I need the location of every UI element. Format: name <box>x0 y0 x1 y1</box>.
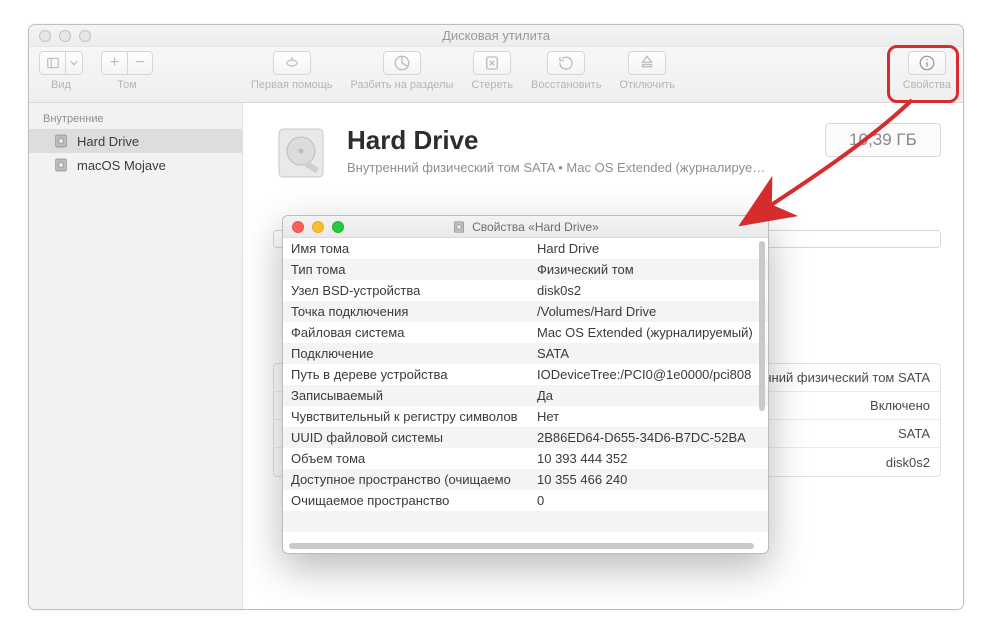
disk-icon <box>452 220 466 234</box>
horizontal-scrollbar[interactable] <box>289 543 754 549</box>
sidebar-header: Внутренние <box>29 109 242 129</box>
property-row[interactable]: Объем тома10 393 444 352 <box>283 448 768 469</box>
view-button[interactable] <box>39 51 83 75</box>
property-row[interactable]: Доступное пространство (очищаемо10 355 4… <box>283 469 768 490</box>
first-aid-label: Первая помощь <box>251 79 333 91</box>
toolbar: Вид +− Том Первая помощь Разбить на разд… <box>29 47 963 103</box>
volume-subtitle: Внутренний физический том SATA • Mac OS … <box>347 160 765 175</box>
property-row[interactable]: Чувствительный к регистру символовНет <box>283 406 768 427</box>
drive-image-icon <box>273 125 329 181</box>
property-value: 2B86ED64-D655-34D6-B7DC-52BA <box>533 430 768 445</box>
volume-size-box: 10,39 ГБ <box>825 123 941 157</box>
property-row[interactable]: UUID файловой системы2B86ED64-D655-34D6-… <box>283 427 768 448</box>
erase-label: Стереть <box>471 79 513 91</box>
property-value: 10 355 466 240 <box>533 472 768 487</box>
property-key: Тип тома <box>283 262 533 277</box>
unmount-button[interactable] <box>628 51 666 75</box>
unmount-label: Отключить <box>619 79 675 91</box>
property-value: Mac OS Extended (журналируемый) <box>533 325 768 340</box>
property-key: Очищаемое пространство <box>283 493 533 508</box>
sidebar: Внутренние Hard Drive macOS Mojave <box>29 103 243 609</box>
partition-button[interactable] <box>383 51 421 75</box>
restore-label: Восстановить <box>531 79 601 91</box>
property-key: Объем тома <box>283 451 533 466</box>
property-key: Путь в дереве устройства <box>283 367 533 382</box>
property-key: Точка подключения <box>283 304 533 319</box>
volume-title: Hard Drive <box>347 125 765 156</box>
property-value: Нет <box>533 409 768 424</box>
first-aid-button[interactable] <box>273 51 311 75</box>
volume-size: 10,39 ГБ <box>849 130 917 150</box>
property-value: IODeviceTree:/PCI0@1e0000/pci808 <box>533 367 768 382</box>
property-row[interactable]: Файловая системаMac OS Extended (журнали… <box>283 322 768 343</box>
property-key: Имя тома <box>283 241 533 256</box>
view-label: Вид <box>51 79 71 91</box>
sidebar-item-label: Hard Drive <box>77 134 139 149</box>
property-value: Hard Drive <box>533 241 768 256</box>
property-key: Записываемый <box>283 388 533 403</box>
disk-icon <box>53 133 69 149</box>
property-value: 10 393 444 352 <box>533 451 768 466</box>
properties-table[interactable]: Имя томаHard DriveТип томаФизический том… <box>283 238 768 553</box>
sidebar-item-macos-mojave[interactable]: macOS Mojave <box>29 153 242 177</box>
restore-button[interactable] <box>547 51 585 75</box>
property-row[interactable]: ПодключениеSATA <box>283 343 768 364</box>
popup-title: Свойства «Hard Drive» <box>472 220 599 234</box>
property-value: SATA <box>533 346 768 361</box>
property-row[interactable]: Точка подключения/Volumes/Hard Drive <box>283 301 768 322</box>
partition-label: Разбить на разделы <box>351 79 454 91</box>
property-key: Файловая система <box>283 325 533 340</box>
window-title: Дисковая утилита <box>29 28 963 43</box>
property-row[interactable]: ЗаписываемыйДа <box>283 385 768 406</box>
property-value: 0 <box>533 493 768 508</box>
vertical-scrollbar[interactable] <box>759 241 765 411</box>
property-row[interactable]: Узел BSD-устройстваdisk0s2 <box>283 280 768 301</box>
sidebar-item-label: macOS Mojave <box>77 158 166 173</box>
property-key: UUID файловой системы <box>283 430 533 445</box>
sidebar-item-hard-drive[interactable]: Hard Drive <box>29 129 242 153</box>
volume-label: Том <box>117 79 137 91</box>
property-key: Подключение <box>283 346 533 361</box>
popup-titlebar: Свойства «Hard Drive» <box>283 216 768 238</box>
property-value: Да <box>533 388 768 403</box>
titlebar: Дисковая утилита <box>29 25 963 47</box>
erase-button[interactable] <box>473 51 511 75</box>
info-button[interactable] <box>908 51 946 75</box>
property-value: /Volumes/Hard Drive <box>533 304 768 319</box>
volume-button[interactable]: +− <box>101 51 153 75</box>
property-key: Доступное пространство (очищаемо <box>283 472 533 487</box>
property-row[interactable]: Путь в дереве устройстваIODeviceTree:/PC… <box>283 364 768 385</box>
property-value: disk0s2 <box>533 283 768 298</box>
properties-window: Свойства «Hard Drive» Имя томаHard Drive… <box>282 215 769 554</box>
property-key: Узел BSD-устройства <box>283 283 533 298</box>
info-label: Свойства <box>903 79 951 91</box>
property-key: Чувствительный к регистру символов <box>283 409 533 424</box>
property-row[interactable] <box>283 511 768 532</box>
property-row[interactable]: Имя томаHard Drive <box>283 238 768 259</box>
disk-icon <box>53 157 69 173</box>
property-row[interactable]: Очищаемое пространство0 <box>283 490 768 511</box>
property-value: Физический том <box>533 262 768 277</box>
property-row[interactable]: Тип томаФизический том <box>283 259 768 280</box>
